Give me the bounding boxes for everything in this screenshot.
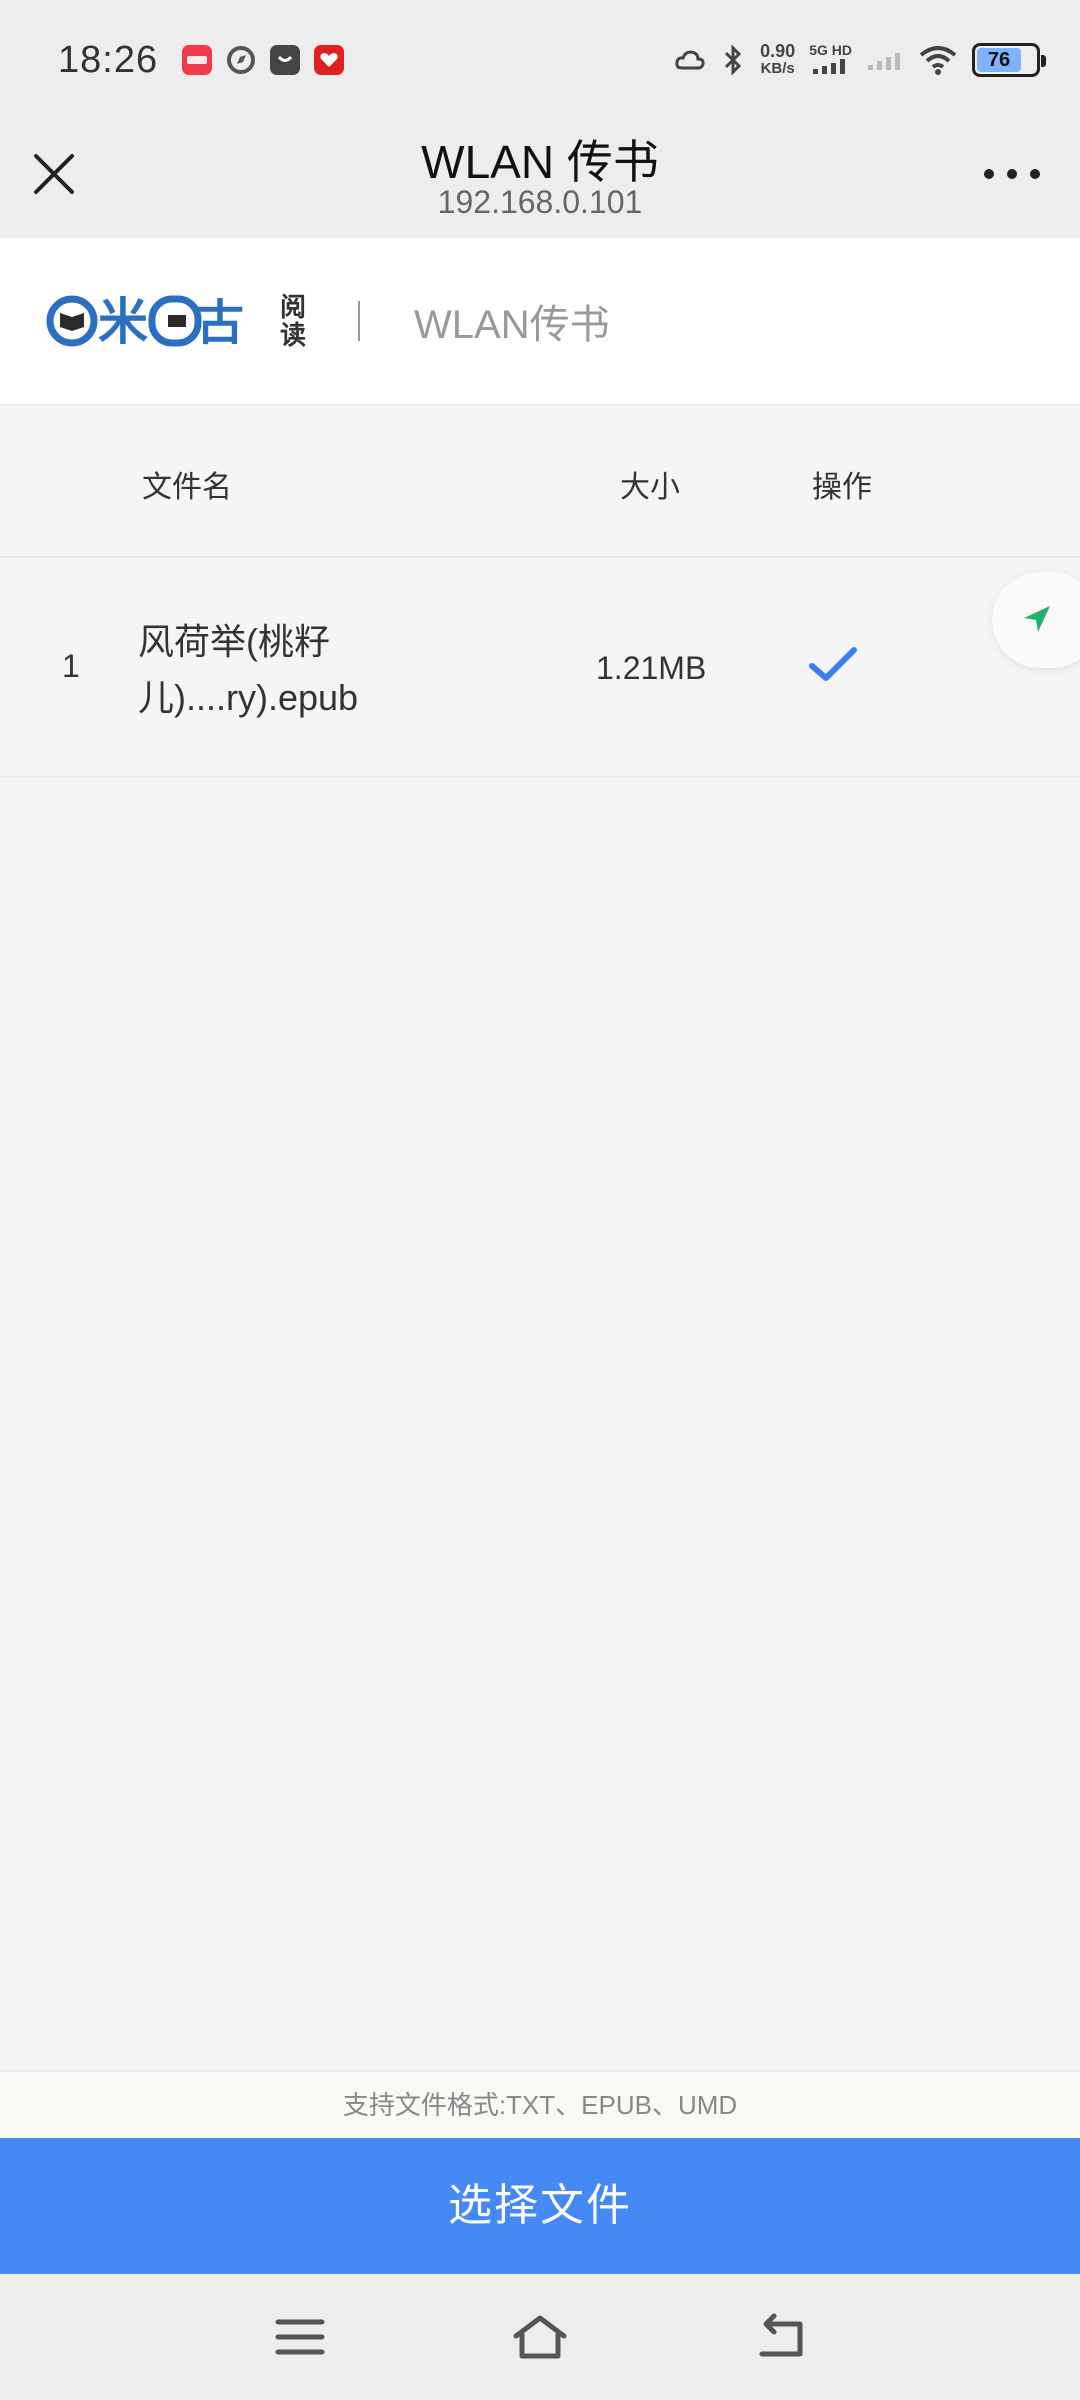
back-icon — [759, 2313, 803, 2357]
notification-app-icon — [182, 45, 213, 75]
file-name: 风荷举(桃籽儿)....ry).epub — [138, 621, 359, 718]
signal-secondary-icon — [868, 53, 900, 70]
more-button[interactable] — [984, 160, 1040, 188]
page: 18:26 0.90 KB/s 5G HD 76 WLAN 传书 192.168… — [0, 0, 1080, 2400]
header-file-name: 文件名 — [142, 471, 232, 504]
cloud-icon — [675, 50, 705, 70]
status-bar: 18:26 0.90 KB/s 5G HD 76 — [0, 0, 1080, 120]
logo-char: 读 — [280, 320, 307, 350]
title-bar: WLAN 传书 192.168.0.101 — [0, 120, 1080, 238]
brand-header: 米 古 阅 读 WLAN传书 — [0, 238, 1080, 406]
network-type: 5G HD — [809, 42, 852, 78]
network-speed: 0.90 KB/s — [760, 42, 795, 78]
signal-icon — [812, 59, 845, 74]
file-size: 1.21MB — [596, 650, 707, 686]
speed-unit: KB/s — [760, 60, 795, 77]
logo-char: 阅 — [280, 292, 307, 322]
checkmark-icon[interactable] — [808, 644, 858, 688]
home-icon — [513, 2315, 567, 2359]
page-subtitle: 192.168.0.101 — [437, 184, 643, 220]
migu-logo-mark: 米 古 — [46, 293, 244, 351]
header-divider — [358, 301, 361, 341]
battery-icon: 76 — [972, 43, 1046, 77]
bluetooth-icon — [725, 44, 742, 76]
menu-nav-button[interactable] — [272, 2312, 328, 2362]
logo-subtext: 阅 读 — [280, 293, 306, 349]
compass-app-icon — [226, 45, 256, 75]
home-nav-button[interactable] — [512, 2312, 568, 2362]
header-action: 操作 — [812, 471, 872, 504]
network-label: 5G HD — [809, 42, 852, 58]
section-title: WLAN传书 — [414, 303, 610, 347]
table-row[interactable]: 1 风荷举(桃籽儿)....ry).epub 1.21MB — [0, 558, 1080, 778]
menu-icon — [275, 2319, 325, 2355]
svg-text:古: 古 — [196, 295, 244, 351]
choose-file-button[interactable]: 选择文件 — [0, 2138, 1080, 2274]
row-index: 1 — [62, 648, 80, 684]
back-nav-button[interactable] — [752, 2312, 808, 2362]
floating-locate-button[interactable] — [992, 572, 1080, 668]
page-title: WLAN 传书 — [421, 136, 659, 188]
system-nav-bar — [0, 2274, 1080, 2400]
heart-app-icon — [314, 45, 345, 75]
migu-logo: 米 古 阅 读 — [46, 289, 306, 353]
supported-formats: 支持文件格式:TXT、EPUB、UMD — [0, 2070, 1080, 2138]
svg-text:米: 米 — [98, 293, 148, 351]
header-size: 大小 — [620, 471, 680, 504]
battery-level: 76 — [987, 48, 1011, 71]
speed-value: 0.90 — [760, 41, 796, 61]
wifi-icon — [919, 46, 957, 75]
battery-fill: 76 — [977, 48, 1022, 72]
more-dot — [984, 169, 994, 179]
navigation-arrow-icon — [1024, 606, 1050, 632]
shopping-bag-icon — [270, 45, 301, 75]
more-dot — [1007, 169, 1017, 179]
status-time: 18:26 — [58, 38, 159, 81]
more-dot — [1030, 169, 1040, 179]
table-header: 文件名 大小 操作 — [0, 406, 1080, 558]
